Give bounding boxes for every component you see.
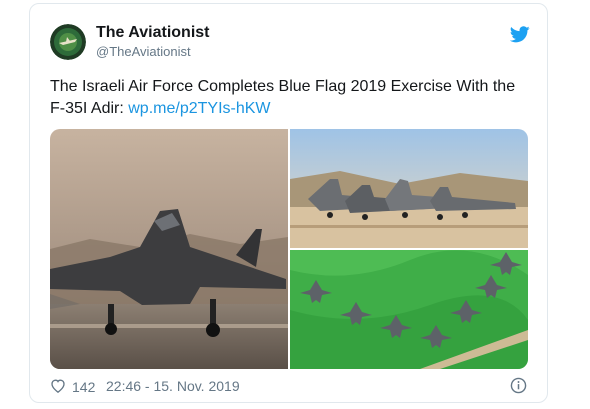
media-photo-takeoff[interactable] [50,129,288,369]
author-name[interactable]: The Aviationist [96,24,210,42]
author-avatar[interactable] [50,24,86,60]
tweet-card[interactable]: The Aviationist @TheAviationist The Isra… [29,3,548,403]
author-handle[interactable]: @TheAviationist [96,44,191,59]
tweet-body: The Israeli Air Force Completes Blue Fla… [50,78,516,117]
tweet-footer: 142 22:46 - 15. Nov. 2019 [50,377,528,397]
media-grid[interactable] [50,129,528,369]
tweet-link[interactable]: wp.me/p2TYIs-hKW [128,100,270,117]
like-button[interactable]: 142 [50,378,95,396]
tweet-text: The Israeli Air Force Completes Blue Fla… [50,76,530,120]
twitter-bird-icon[interactable] [509,26,530,43]
tweet-timestamp[interactable]: 22:46 - 15. Nov. 2019 [106,378,240,394]
media-photo-tarmac[interactable] [290,129,528,248]
media-photo-formation[interactable] [290,250,528,369]
info-icon[interactable] [510,377,527,394]
heart-icon[interactable] [50,378,66,396]
like-count: 142 [72,379,96,395]
